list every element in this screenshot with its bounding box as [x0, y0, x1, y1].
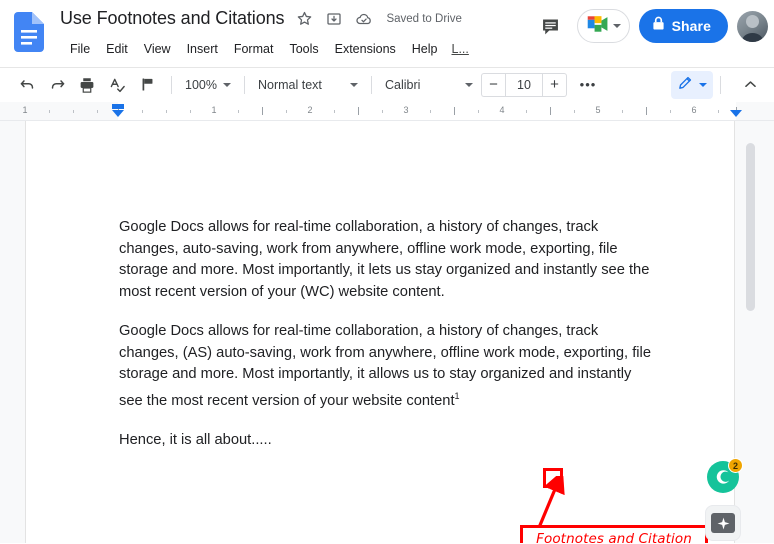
menu-tools[interactable]: Tools [281, 40, 326, 58]
menu-file[interactable]: File [62, 40, 98, 58]
explore-sparkle-icon [711, 513, 735, 533]
google-meet-icon [586, 14, 610, 39]
menu-help[interactable]: Help [404, 40, 446, 58]
menu-insert[interactable]: Insert [179, 40, 226, 58]
zoom-value: 100% [185, 77, 217, 92]
document-text[interactable]: Google Docs allows for real-time collabo… [119, 217, 654, 469]
menu-last-edit-label: L... [451, 42, 469, 56]
chevron-down-icon[interactable] [349, 82, 358, 87]
zoom-select[interactable]: 100% [179, 72, 237, 98]
paragraph-2-text: Google Docs allows for real-time collabo… [119, 323, 651, 409]
google-docs-logo[interactable] [14, 12, 44, 52]
toolbar-divider [720, 75, 721, 94]
menu-last-edit-truncated[interactable]: L... [446, 40, 475, 58]
pencil-editing-mode-icon [677, 74, 694, 96]
meet-chevron-down-icon[interactable] [612, 24, 621, 28]
menu-bar: File Edit View Insert Format Tools Exten… [62, 40, 475, 58]
paragraph-2[interactable]: Google Docs allows for real-time collabo… [119, 321, 654, 412]
increase-font-size-button[interactable]: + [542, 72, 567, 97]
comment-icon[interactable] [534, 9, 568, 43]
chevron-down-icon[interactable] [464, 82, 473, 87]
decrease-font-size-button[interactable]: − [480, 72, 505, 97]
paragraph-style-select[interactable]: Normal text [252, 72, 364, 98]
cloud-icon [354, 9, 374, 29]
document-scroll-area[interactable]: Google Docs allows for real-time collabo… [0, 121, 774, 543]
font-size-stepper: − 10 + [480, 72, 567, 97]
google-docs-window: Use Footnotes and Citations Saved to Dri… [0, 0, 774, 544]
left-indent-marker[interactable] [112, 110, 124, 117]
menu-extensions[interactable]: Extensions [327, 40, 404, 58]
font-family-select[interactable]: Calibri [379, 72, 479, 98]
paint-format-icon[interactable] [134, 72, 160, 98]
paragraph-1[interactable]: Google Docs allows for real-time collabo… [119, 217, 654, 303]
menu-edit[interactable]: Edit [98, 40, 136, 58]
lock-icon [652, 16, 665, 36]
page-title[interactable]: Use Footnotes and Citations [60, 8, 285, 29]
right-indent-marker[interactable] [730, 110, 742, 117]
more-options-label: ••• [579, 77, 597, 92]
annotation-callout-label: Footnotes and Citation [536, 531, 692, 543]
vertical-scrollbar-thumb[interactable] [746, 143, 755, 311]
font-size-input[interactable]: 10 [504, 72, 543, 97]
move-to-folder-icon[interactable] [324, 9, 344, 29]
paragraph-3[interactable]: Hence, it is all about..... [119, 430, 654, 452]
star-icon[interactable] [294, 9, 314, 29]
ruler-number: 3 [403, 105, 409, 115]
ruler-number: 2 [307, 105, 313, 115]
redo-icon[interactable] [44, 72, 70, 98]
ruler[interactable]: 1 1 2 3 4 5 6 [0, 102, 774, 121]
editing-mode-chevron-down-icon[interactable] [699, 82, 707, 87]
spell-check-icon[interactable] [104, 72, 130, 98]
ruler-number: 1 [22, 105, 28, 115]
paragraph-style-value: Normal text [257, 77, 322, 92]
title-row: Use Footnotes and Citations Saved to Dri… [60, 8, 462, 29]
print-icon[interactable] [74, 72, 100, 98]
toolbar-divider [370, 75, 372, 94]
header-actions: Share [534, 9, 768, 43]
avatar[interactable] [737, 10, 768, 42]
chevron-down-icon[interactable] [222, 82, 231, 87]
save-status: Saved to Drive [386, 12, 462, 25]
explore-button[interactable] [705, 505, 741, 541]
menu-format[interactable]: Format [226, 40, 282, 58]
footnote-marker[interactable]: 1 [455, 391, 460, 401]
share-button[interactable]: Share [638, 9, 728, 43]
annotation-callout-box: Footnotes and Citation [520, 525, 708, 543]
ruler-number: 4 [499, 105, 505, 115]
font-family-value: Calibri [384, 77, 421, 92]
ruler-number: 6 [691, 105, 697, 115]
grammarly-widget[interactable]: 2 [707, 458, 743, 495]
google-meet-button[interactable] [576, 9, 630, 43]
doc-header: Use Footnotes and Citations Saved to Dri… [0, 0, 774, 68]
more-options-button[interactable]: ••• [575, 72, 601, 98]
ruler-number: 1 [211, 105, 217, 115]
toolbar-divider [171, 75, 172, 94]
chevron-up-icon[interactable] [736, 71, 764, 99]
left-indent-marker-bar[interactable] [112, 104, 124, 109]
undo-icon[interactable] [14, 72, 40, 98]
formatting-toolbar: 100% Normal text Calibri − 10 + ••• [0, 68, 774, 102]
grammarly-badge[interactable]: 2 [728, 458, 743, 473]
share-button-label: Share [671, 18, 711, 34]
toolbar-divider [243, 75, 245, 94]
toolbar-right-group [671, 70, 774, 99]
menu-view[interactable]: View [136, 40, 179, 58]
document-page[interactable]: Google Docs allows for real-time collabo… [25, 121, 735, 543]
editing-mode-button[interactable] [671, 70, 713, 99]
ruler-number: 5 [595, 105, 601, 115]
